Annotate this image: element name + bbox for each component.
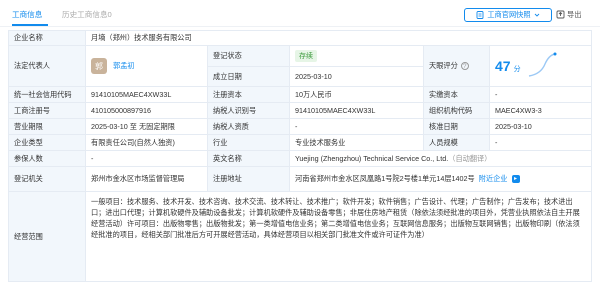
export-icon [556,10,565,21]
tax-id-label: 纳税人识别号 [207,102,290,119]
risk-score-label: 天眼评分 [429,61,458,70]
address-cell: 河南省郑州市金水区凤凰路1号院2号楼1单元14层1402号 附近企业 ▸ [289,166,592,192]
reg-no-value: 410105000897916 [85,102,208,119]
tab-history-business-info[interactable]: 历史工商信息0 [62,9,112,20]
legal-rep-name-link[interactable]: 郭孟初 [113,61,135,71]
legal-rep-cell: 郭 郭孟初 [85,45,208,87]
staff-value: - [489,134,592,151]
type-label: 企业类型 [8,134,86,151]
capital-label: 注册资本 [207,86,290,103]
company-name-label: 企业名称 [8,30,86,46]
tax-id-value: 91410105MAEC4XW33L [289,102,424,119]
chevron-down-icon [534,11,540,20]
legal-rep-avatar: 郭 [91,58,107,74]
insured-value: - [85,150,208,167]
paid-capital-value: - [489,86,592,103]
business-scope-value: 一般项目：技术服务、技术开发、技术咨询、技术交流、技术转让、技术推广；软件开发；… [85,191,592,282]
insured-label: 参保人数 [8,150,86,167]
risk-score-unit: 分 [513,66,521,73]
authority-value: 郑州市金水区市场监督管理局 [85,166,208,192]
help-icon[interactable]: ? [460,62,469,70]
scope-label: 经营范围 [8,191,86,282]
document-icon [476,11,484,19]
auto-translate-note: （自动翻译） [448,153,492,163]
status-badge: 存续 [295,50,317,62]
approve-date-label: 核准日期 [423,118,490,135]
score-curve-icon [527,52,557,80]
tab-business-info[interactable]: 工商信息 [12,9,42,20]
english-name-label: 英文名称 [207,150,290,167]
legal-rep-label: 法定代表人 [8,45,86,87]
english-name-value: Yuejing (Zhengzhou) Technical Service Co… [295,154,449,163]
top-bar: 工商信息 历史工商信息0 工商官网快照 导出 [0,0,600,30]
type-value: 有限责任公司(自然人独资) [85,134,208,151]
risk-score-cell[interactable]: 47 分 [489,45,592,87]
risk-score-value: 47 [495,58,511,74]
authority-label: 登记机关 [8,166,86,192]
org-code-value: MAEC4XW3-3 [489,102,592,119]
export-button[interactable]: 导出 [556,8,581,22]
capital-value: 10万人民币 [289,86,424,103]
business-info-table: 企业名称 月墒（郑州）技术服务有限公司 法定代表人 郭 郭孟初 登记状态 存续 … [8,30,592,282]
reg-status-cell: 存续 [289,45,424,67]
approve-date-value: 2025-03-10 [489,118,592,135]
map-icon[interactable]: ▸ [511,175,520,183]
paid-capital-label: 实缴资本 [423,86,490,103]
industry-label: 行业 [207,134,290,151]
reg-status-label: 登记状态 [207,45,290,67]
reg-no-label: 工商注册号 [8,102,86,119]
address-label: 注册地址 [207,166,290,192]
tab-divider [0,26,600,27]
taxpayer-value: - [289,118,424,135]
nearby-companies-link[interactable]: 附近企业 [479,174,508,184]
usc-value: 91410105MAEC4XW33L [85,86,208,103]
est-date-label: 成立日期 [207,66,290,87]
term-label: 营业期限 [8,118,86,135]
export-label: 导出 [567,10,582,19]
official-snapshot-button[interactable]: 工商官网快照 [464,8,552,22]
english-name-cell: Yuejing (Zhengzhou) Technical Service Co… [289,150,592,167]
est-date-value: 2025-03-10 [289,66,424,87]
org-code-label: 组织机构代码 [423,102,490,119]
company-name-value: 月墒（郑州）技术服务有限公司 [85,30,592,46]
term-value: 2025-03-10 至 无固定期限 [85,118,208,135]
usc-label: 统一社会信用代码 [8,86,86,103]
risk-score-label-cell: 天眼评分 ? [423,45,490,87]
industry-value: 专业技术服务业 [289,134,424,151]
address-value: 河南省郑州市金水区凤凰路1号院2号楼1单元14层1402号 [295,174,475,183]
taxpayer-label: 纳税人资质 [207,118,290,135]
official-snapshot-label: 工商官网快照 [487,10,531,19]
staff-label: 人员规模 [423,134,490,151]
